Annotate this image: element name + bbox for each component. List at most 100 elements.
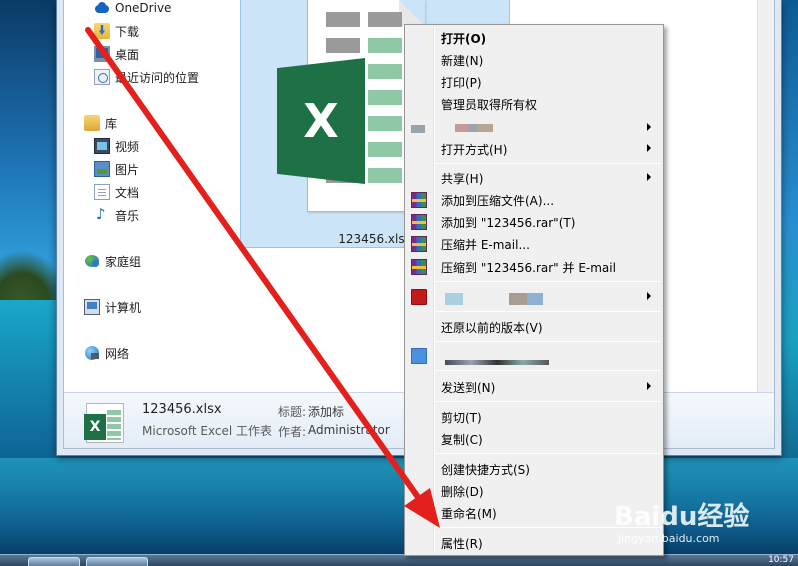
menu-item-restore-versions[interactable]: 还原以前的版本(V) <box>407 316 661 338</box>
taskbar-button-browser[interactable] <box>86 557 148 566</box>
menu-item-copy[interactable]: 复制(C) <box>407 428 661 450</box>
winrar-icon <box>411 236 427 252</box>
nav-item-music[interactable]: 音乐 <box>94 205 139 225</box>
menu-item-compress-email[interactable]: 压缩并 E-mail... <box>407 233 661 255</box>
app-red-icon <box>411 289 427 305</box>
details-author-key: 作者: <box>278 425 307 439</box>
app-blue-icon <box>411 348 427 364</box>
nav-item-pictures[interactable]: 图片 <box>94 159 139 179</box>
excel-icon-letter: X <box>303 94 339 148</box>
computer-icon <box>84 299 100 315</box>
submenu-arrow-icon <box>647 144 651 152</box>
menu-item-label: 管理员取得所有权 <box>441 97 538 112</box>
nav-item-label: OneDrive <box>115 1 172 15</box>
baidu-watermark: Baidu经验 jingyan.baidu.com <box>614 474 790 545</box>
menu-item-label: 重命名(M) <box>441 506 497 521</box>
nav-item-label: 计算机 <box>105 300 142 315</box>
nav-item-computer[interactable]: 计算机 <box>84 297 141 317</box>
documents-icon <box>94 184 110 200</box>
details-file-type: Microsoft Excel 工作表 <box>142 424 273 438</box>
nav-item-desktop[interactable]: 桌面 <box>94 44 139 64</box>
menu-item-label: 压缩并 E-mail... <box>441 237 530 252</box>
winrar-icon <box>411 259 427 275</box>
menu-separator <box>435 281 661 282</box>
submenu-arrow-icon <box>647 292 651 300</box>
menu-item-add-to-archive[interactable]: 添加到压缩文件(A)... <box>407 189 661 211</box>
watermark-main-text: Baidu经验 <box>614 502 750 532</box>
excel-badge: X <box>84 414 106 440</box>
menu-item-label: 创建快捷方式(S) <box>441 462 530 477</box>
nav-item-label: 网络 <box>105 346 130 361</box>
menu-item-blurred-3[interactable] <box>407 345 661 367</box>
details-title-key: 标题: <box>278 405 307 419</box>
menu-separator <box>435 370 661 371</box>
menu-item-label: 压缩到 "123456.rar" 并 E-mail <box>441 260 616 275</box>
menu-item-label: 还原以前的版本(V) <box>441 320 543 335</box>
vertical-scrollbar[interactable] <box>757 0 774 392</box>
winrar-icon <box>411 214 427 230</box>
menu-item-compress-rar-email[interactable]: 压缩到 "123456.rar" 并 E-mail <box>407 256 661 278</box>
nav-item-label: 视频 <box>115 139 140 154</box>
menu-item-label: 新建(N) <box>441 53 484 68</box>
menu-separator <box>435 311 661 312</box>
nav-item-label: 下载 <box>115 24 140 39</box>
homegroup-icon <box>84 253 100 269</box>
nav-item-videos[interactable]: 视频 <box>94 136 139 156</box>
nav-item-libraries[interactable]: 库 <box>84 113 117 133</box>
onedrive-icon <box>94 0 110 16</box>
menu-item-add-to-rar[interactable]: 添加到 "123456.rar"(T) <box>407 211 661 233</box>
nav-item-recent-places[interactable]: 最近访问的位置 <box>94 67 199 87</box>
downloads-icon <box>94 23 110 39</box>
menu-item-label: 共享(H) <box>441 171 484 186</box>
submenu-arrow-icon <box>647 173 651 181</box>
music-icon <box>94 205 110 223</box>
menu-item-label: 剪切(T) <box>441 410 482 425</box>
menu-item-label: 复制(C) <box>441 432 483 447</box>
menu-item-label: 删除(D) <box>441 484 484 499</box>
excel-file-icon: X <box>84 403 124 443</box>
navigation-pane[interactable]: OneDrive 下载 桌面 最近访问的位置 库 视频 图片 文档 ♪ 音乐 家… <box>64 0 236 392</box>
nav-item-label: 图片 <box>115 162 140 177</box>
details-author-value[interactable]: Administrator <box>308 423 390 437</box>
menu-item-label: 发送到(N) <box>441 380 496 395</box>
menu-item-blurred-1[interactable] <box>407 117 661 139</box>
nav-item-downloads[interactable]: 下载 <box>94 21 139 41</box>
watermark-url-text: jingyan.baidu.com <box>618 532 720 545</box>
menu-item-new[interactable]: 新建(N) <box>407 49 661 71</box>
taskbar: 10:57 <box>0 554 798 566</box>
page-fold <box>399 0 425 26</box>
menu-item-label: 属性(R) <box>441 536 483 551</box>
menu-item-label: 添加到压缩文件(A)... <box>441 193 555 208</box>
nav-item-onedrive[interactable]: OneDrive <box>94 0 171 18</box>
nav-item-label: 音乐 <box>115 208 140 223</box>
nav-item-label: 文档 <box>115 185 140 200</box>
submenu-arrow-icon <box>647 123 651 131</box>
menu-item-cut[interactable]: 剪切(T) <box>407 406 661 428</box>
nav-item-label: 最近访问的位置 <box>115 70 200 85</box>
menu-separator <box>435 163 661 164</box>
videos-icon <box>94 138 110 154</box>
menu-separator <box>435 453 661 454</box>
desktop-icon <box>94 46 110 62</box>
menu-item-blurred-2[interactable] <box>407 286 661 308</box>
menu-item-label: 添加到 "123456.rar"(T) <box>441 215 576 230</box>
menu-item-open[interactable]: 打开(O) <box>407 27 661 49</box>
menu-item-label: 打开(O) <box>441 31 487 46</box>
nav-item-documents[interactable]: 文档 <box>94 182 139 202</box>
winrar-icon <box>411 192 427 208</box>
recent-places-icon <box>94 69 110 85</box>
taskbar-button-explorer[interactable] <box>28 557 80 566</box>
menu-item-send-to[interactable]: 发送到(N) <box>407 376 661 398</box>
taskbar-clock[interactable]: 10:57 <box>768 555 794 565</box>
nav-item-homegroup[interactable]: 家庭组 <box>84 251 141 271</box>
menu-item-open-with[interactable]: 打开方式(H) <box>407 138 661 160</box>
network-icon <box>84 345 100 361</box>
menu-item-share[interactable]: 共享(H) <box>407 167 661 189</box>
menu-item-take-ownership[interactable]: 管理员取得所有权 <box>407 93 661 115</box>
menu-separator <box>435 341 661 342</box>
pictures-icon <box>94 161 110 177</box>
details-title-value[interactable]: 添加标 <box>308 403 344 420</box>
nav-item-network[interactable]: 网络 <box>84 343 129 363</box>
menu-item-label: 打开方式(H) <box>441 142 508 157</box>
menu-item-print[interactable]: 打印(P) <box>407 71 661 93</box>
